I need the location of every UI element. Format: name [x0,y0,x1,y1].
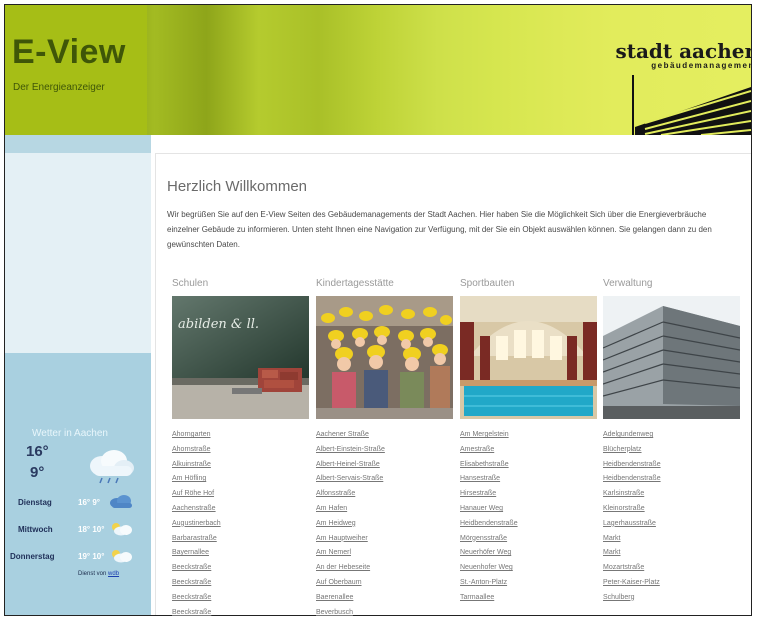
brand-title: E-View [12,33,126,71]
list-item[interactable]: Lagerhausstraße [603,517,661,532]
weather-today-low: 9° [30,464,45,481]
brand-block[interactable]: E-View Der Energieanzeiger [5,5,147,135]
list-item[interactable]: Albert-Heinel-Straße [316,458,385,473]
list-item[interactable]: Auf Oberbaum [316,576,385,591]
weather-today-high: 16° [26,443,49,460]
sun-cloud-icon [112,550,132,563]
indoor-swimming-pool-image [460,296,597,419]
list-item[interactable]: Neuerhöfer Weg [460,546,518,561]
list-item[interactable]: Am Höfling [172,472,221,487]
sidebar-blank-area [5,153,151,353]
list-item[interactable]: Alfonsstraße [316,487,385,502]
forecast-temp: 16° 9° [78,498,100,507]
brand-subtitle: Der Energieanzeiger [13,82,105,93]
stadt-aachen-logo-icon [632,75,751,135]
list-item[interactable]: Am Heidweg [316,517,385,532]
weather-forecast-row: Mittwoch 18° 10° [0,520,146,540]
list-item[interactable]: Peter-Kaiser-Platz [603,576,661,591]
list-item[interactable]: Baerenallee [316,591,385,606]
list-item[interactable]: Neuenhofer Weg [460,561,518,576]
list-item[interactable]: Ahornstraße [172,443,221,458]
list-item[interactable]: Am Mergelstein [460,428,518,443]
list-item[interactable]: Heidbendenstraße [460,517,518,532]
list-item[interactable]: Am Nemerl [316,546,385,561]
stadt-aachen-logo-subtitle: gebäudemanagement [651,61,752,70]
category-title-sportbauten: Sportbauten [460,278,515,289]
page-title: Herzlich Willkommen [167,178,308,195]
list-item[interactable]: Hanauer Weg [460,502,518,517]
photo-verwaltung[interactable] [603,296,740,419]
list-item[interactable]: Aachenstraße [172,502,221,517]
weather-credit: Dienst von wdb [78,571,119,577]
list-item[interactable]: Ahorngarten [172,428,221,443]
forecast-day: Dienstag [18,498,52,507]
sun-cloud-icon [112,523,132,536]
rain-cloud-icon [90,450,134,484]
photo-kindertagesstaette[interactable] [316,296,453,419]
list-item[interactable]: Barbarastraße [172,532,221,547]
list-item[interactable]: Mozartstraße [603,561,661,576]
list-item[interactable]: Amestraße [460,443,518,458]
list-item[interactable]: St.-Anton-Platz [460,576,518,591]
list-item[interactable]: Auf Röhe Hof [172,487,221,502]
list-item[interactable]: Beeckstraße [172,591,221,606]
list-item[interactable]: Tarmaallee [460,591,518,606]
list-item[interactable]: Am Hauptweiher [316,532,385,547]
list-item[interactable]: An der Hebeseite [316,561,385,576]
list-item[interactable]: Blücherplatz [603,443,661,458]
weather-credit-text: Dienst von [78,571,107,577]
office-building-image [603,296,740,419]
weather-forecast-row: Donnerstag 19° 10° [0,547,146,567]
list-item[interactable]: Am Hafen [316,502,385,517]
header-banner: E-View Der Energieanzeiger stadt aachen … [5,5,751,135]
list-item[interactable]: Hirsestraße [460,487,518,502]
link-list-kindertagesstaette: Aachener Straße Albert-Einstein-Straße A… [316,428,385,620]
link-list-schulen: Ahorngarten Ahornstraße Alkuinstraße Am … [172,428,221,620]
list-item[interactable]: Heidbendenstraße [603,458,661,473]
list-item[interactable]: Markt [603,546,661,561]
weather-credit-link[interactable]: wdb [108,571,119,577]
list-item[interactable]: Adelgundenweg [603,428,661,443]
list-item[interactable]: Elisabethstraße [460,458,518,473]
photo-sportbauten[interactable] [460,296,597,419]
list-item[interactable]: Heidbendenstraße [603,472,661,487]
list-item[interactable]: Beeckstraße [172,561,221,576]
list-item[interactable]: Augustinerbach [172,517,221,532]
list-item[interactable]: Schulberg [603,591,661,606]
cloud-icon [110,495,132,508]
link-list-verwaltung: Adelgundenweg Blücherplatz Heidbendenstr… [603,428,661,606]
category-title-schulen: Schulen [172,278,209,289]
intro-text: Wir begrüßen Sie auf den E-View Seiten d… [167,210,712,249]
list-item[interactable]: Bayernallee [172,546,221,561]
sidebar-top-strip [5,135,151,153]
list-item[interactable]: Karlsinstraße [603,487,661,502]
list-item[interactable]: Hansestraße [460,472,518,487]
weather-forecast-row: Dienstag 16° 9° [0,493,146,513]
classroom-chalkboard-image: abilden & ll. [172,296,309,419]
list-item[interactable]: Beeckstraße [172,576,221,591]
list-item[interactable]: Markt [603,532,661,547]
list-item[interactable]: Albert-Einstein-Straße [316,443,385,458]
photo-schulen[interactable]: abilden & ll. [172,296,309,419]
list-item[interactable]: Aachener Straße [316,428,385,443]
forecast-day: Mittwoch [18,525,53,534]
kindergarten-children-image [316,296,453,419]
weather-title: Wetter in Aachen [32,428,108,439]
stadt-aachen-logo-title: stadt aachen [615,39,752,63]
forecast-day: Donnerstag [10,552,55,561]
list-item[interactable]: Albert-Servais-Straße [316,472,385,487]
list-item[interactable]: Kleinorstraße [603,502,661,517]
list-item[interactable]: Alkuinstraße [172,458,221,473]
link-list-sportbauten: Am Mergelstein Amestraße Elisabethstraße… [460,428,518,606]
category-title-verwaltung: Verwaltung [603,278,653,289]
svg-text:abilden & ll.: abilden & ll. [178,317,259,332]
forecast-temp: 19° 10° [78,552,105,561]
list-item[interactable]: Mörgensstraße [460,532,518,547]
category-title-kindertagesstaette: Kindertagesstätte [316,278,394,289]
forecast-temp: 18° 10° [78,525,105,534]
